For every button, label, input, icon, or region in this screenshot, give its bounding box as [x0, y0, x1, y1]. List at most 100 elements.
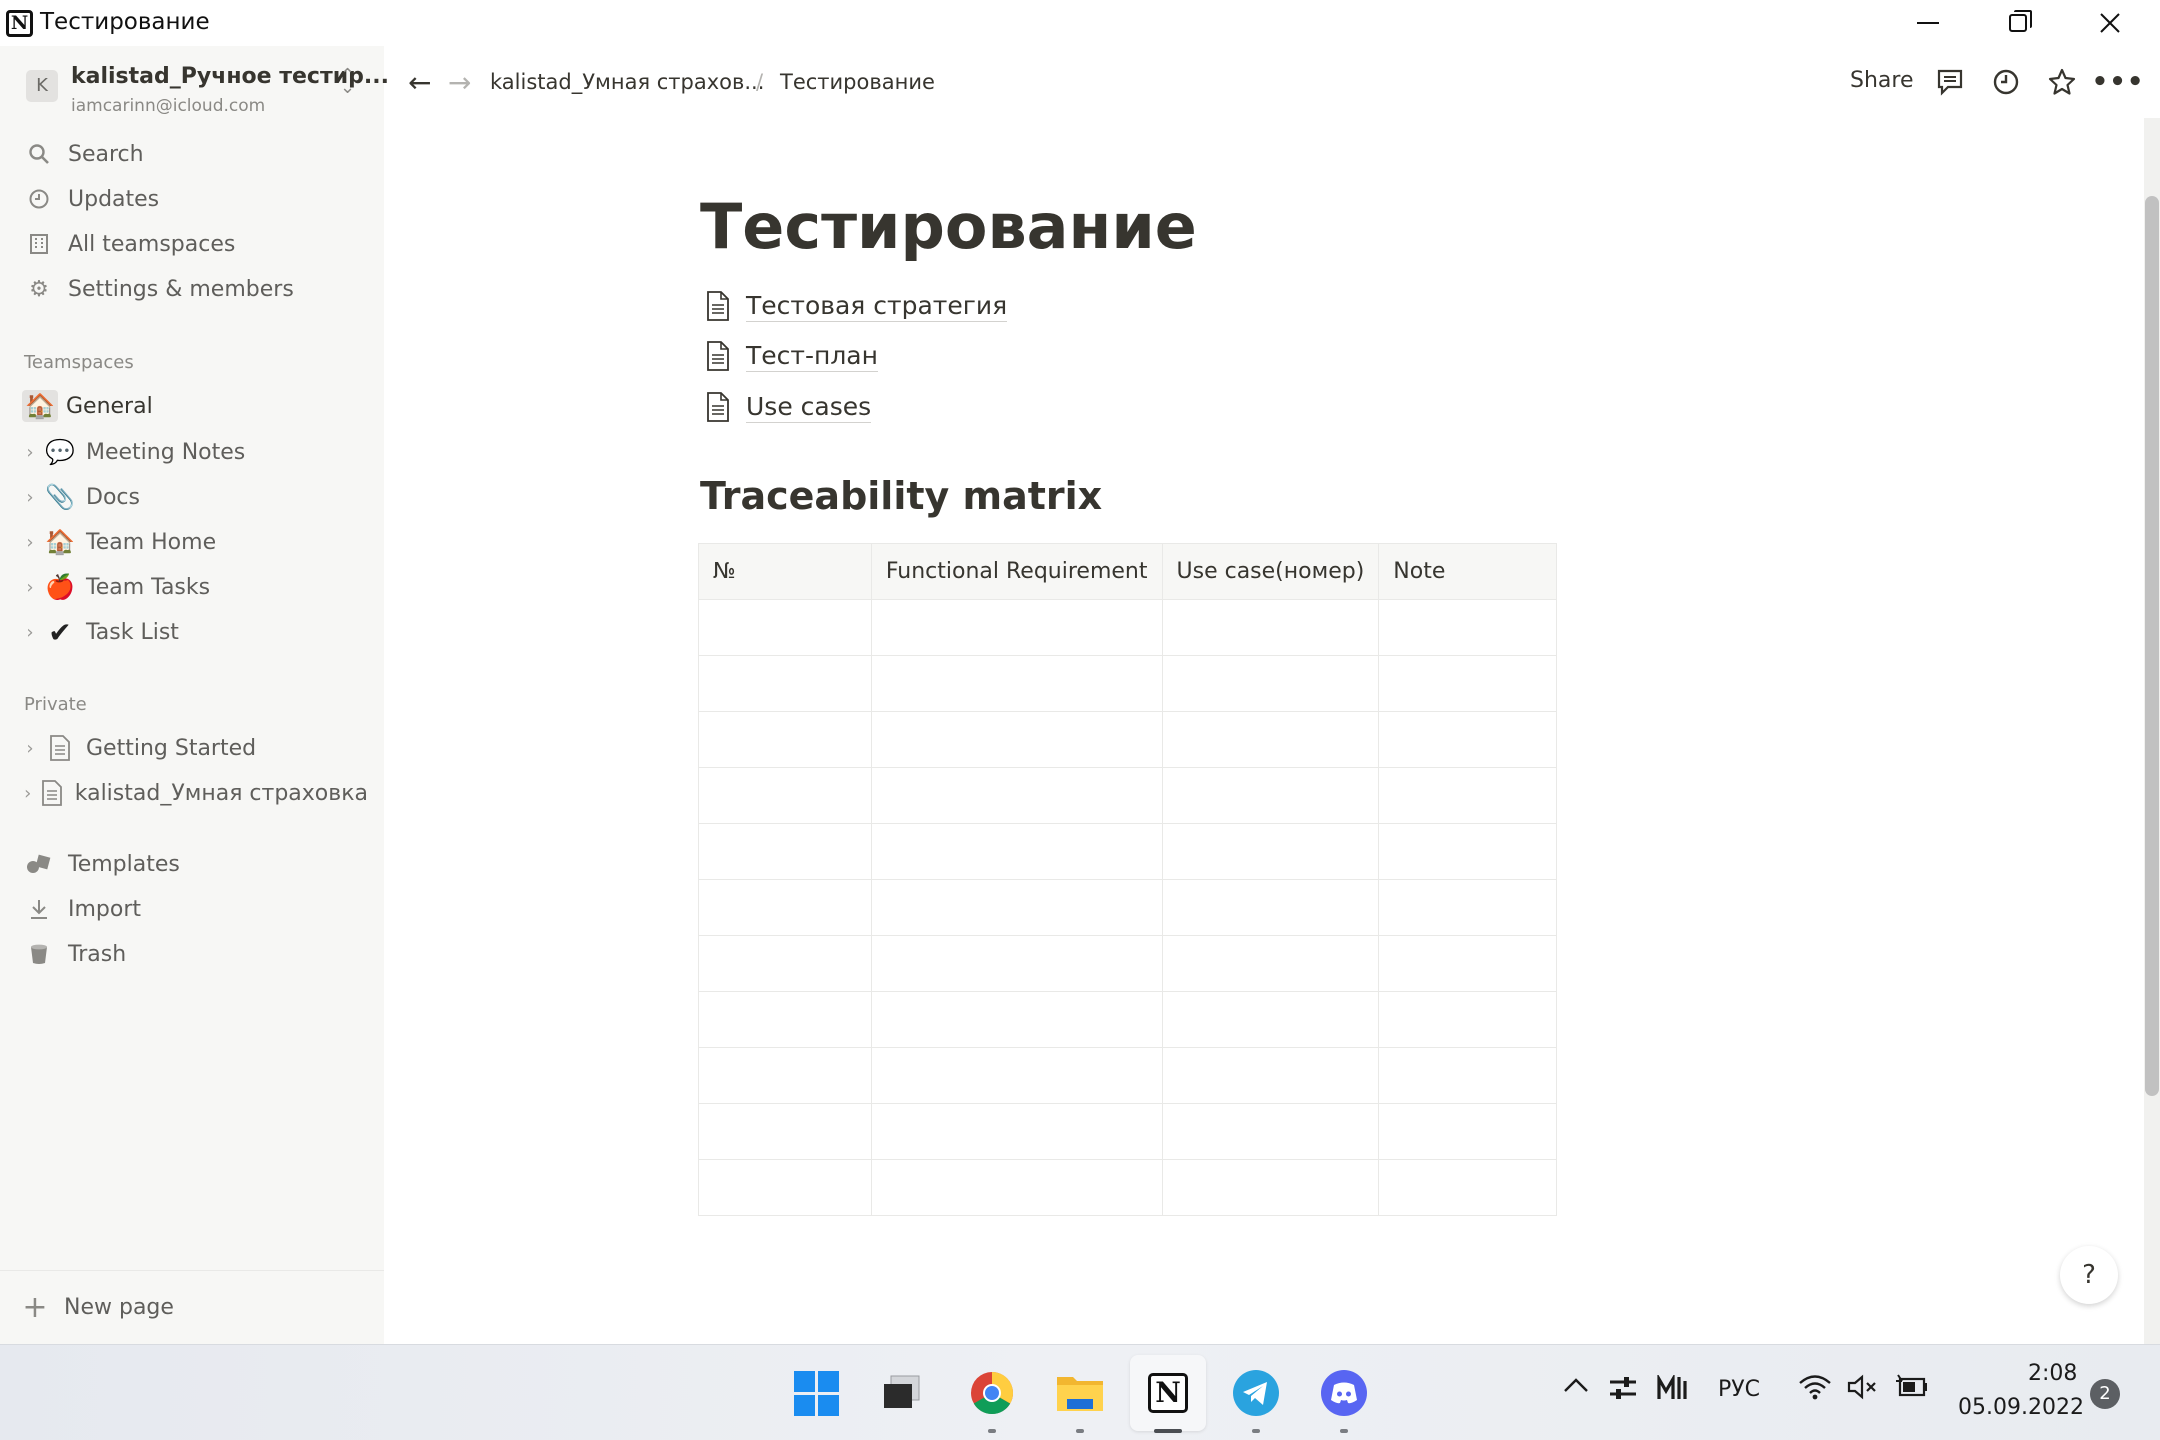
table-cell[interactable]	[870, 991, 1163, 1048]
column-header[interactable]: Note	[1378, 543, 1557, 600]
chevron-up-icon[interactable]	[1562, 1375, 1590, 1401]
close-button[interactable]	[2080, 0, 2140, 46]
table-cell[interactable]	[1378, 767, 1557, 824]
wifi-icon[interactable]	[1798, 1373, 1832, 1407]
taskbar-chrome[interactable]	[966, 1367, 1018, 1433]
nav-trash[interactable]: Trash	[18, 934, 368, 974]
nav-search[interactable]: Search	[18, 134, 368, 174]
sliders-icon[interactable]	[1608, 1375, 1638, 1407]
chevron-right-icon[interactable]: ›	[18, 622, 42, 643]
table-cell[interactable]	[870, 935, 1163, 992]
column-header[interactable]: Functional Requirement	[870, 543, 1163, 600]
table-cell[interactable]	[1378, 1103, 1557, 1160]
table-cell[interactable]	[1378, 1047, 1557, 1104]
table-cell[interactable]	[1378, 599, 1557, 656]
sidebar-item-docs[interactable]: › 📎 Docs	[18, 477, 368, 517]
table-cell[interactable]	[698, 767, 872, 824]
table-cell[interactable]	[1378, 823, 1557, 880]
start-button[interactable]	[790, 1367, 842, 1419]
breadcrumb-current[interactable]: Тестирование	[780, 70, 935, 94]
table-cell[interactable]	[1378, 879, 1557, 936]
taskbar-discord[interactable]	[1318, 1367, 1370, 1433]
page-title[interactable]: Тестирование	[700, 190, 1197, 263]
comment-icon[interactable]	[1932, 64, 1968, 100]
nav-updates[interactable]: Updates	[18, 179, 368, 219]
chevron-right-icon[interactable]: ›	[18, 783, 38, 804]
table-cell[interactable]	[1161, 879, 1380, 936]
table-cell[interactable]	[1161, 935, 1380, 992]
more-options-icon[interactable]: •••	[2092, 64, 2144, 100]
restore-button[interactable]	[1988, 0, 2048, 46]
sidebar-item-getting-started[interactable]: › Getting Started	[18, 728, 368, 768]
clock-date[interactable]: 05.09.2022	[1958, 1395, 2084, 1420]
breadcrumb-parent[interactable]: kalistad_Умная страхов...	[490, 70, 764, 94]
table-cell[interactable]	[698, 823, 872, 880]
table-cell[interactable]	[698, 1047, 872, 1104]
table-cell[interactable]	[698, 879, 872, 936]
minimize-button[interactable]	[1898, 0, 1958, 46]
table-cell[interactable]	[870, 1047, 1163, 1104]
share-button[interactable]: Share	[1850, 68, 1914, 93]
table-cell[interactable]	[698, 935, 872, 992]
column-header[interactable]: Use case(номер)	[1161, 543, 1380, 600]
workspace-switcher[interactable]: K kalistad_Ручное тестир... iamcarinn@ic…	[22, 64, 389, 120]
subpage-link[interactable]: Тест-план	[704, 336, 878, 376]
mail-app-icon[interactable]	[1656, 1373, 1688, 1407]
table-cell[interactable]	[1161, 767, 1380, 824]
table-cell[interactable]	[870, 767, 1163, 824]
battery-charging-icon[interactable]	[1894, 1373, 1930, 1407]
section-heading[interactable]: Traceability matrix	[700, 474, 1102, 518]
chevron-right-icon[interactable]: ›	[18, 487, 42, 508]
chevron-right-icon[interactable]: ›	[18, 532, 42, 553]
taskview-button[interactable]	[876, 1367, 928, 1419]
table-cell[interactable]	[1161, 655, 1380, 712]
teamspace-general[interactable]: 🏠 General	[18, 386, 368, 426]
sidebar-item-task-list[interactable]: › ✔ Task List	[18, 612, 368, 652]
star-icon[interactable]	[2044, 64, 2080, 100]
table-cell[interactable]	[1161, 991, 1380, 1048]
table-cell[interactable]	[870, 711, 1163, 768]
table-cell[interactable]	[1161, 599, 1380, 656]
table-cell[interactable]	[1161, 1159, 1380, 1216]
nav-all-teamspaces[interactable]: All teamspaces	[18, 224, 368, 264]
sidebar-item-meeting-notes[interactable]: › 💬 Meeting Notes	[18, 432, 368, 472]
table-cell[interactable]	[870, 655, 1163, 712]
sidebar-item-team-home[interactable]: › 🏠 Team Home	[18, 522, 368, 562]
nav-import[interactable]: Import	[18, 889, 368, 929]
language-indicator[interactable]: РУС	[1718, 1377, 1760, 1402]
clock-icon[interactable]	[1988, 64, 2024, 100]
nav-settings[interactable]: ⚙ Settings & members	[18, 269, 368, 309]
table-cell[interactable]	[1161, 823, 1380, 880]
taskbar-notion[interactable]: N	[1130, 1355, 1206, 1433]
table-cell[interactable]	[1378, 935, 1557, 992]
taskbar-telegram[interactable]	[1230, 1367, 1282, 1433]
sidebar-item-team-tasks[interactable]: › 🍎 Team Tasks	[18, 567, 368, 607]
table-cell[interactable]	[1378, 711, 1557, 768]
taskbar-explorer[interactable]	[1054, 1367, 1106, 1433]
sidebar-item-smart-insurance[interactable]: › kalistad_Умная страховка	[18, 773, 368, 813]
table-cell[interactable]	[698, 599, 872, 656]
table-cell[interactable]	[698, 1103, 872, 1160]
table-cell[interactable]	[1161, 1047, 1380, 1104]
notification-badge[interactable]: 2	[2090, 1379, 2120, 1409]
column-header[interactable]: №	[698, 543, 872, 600]
table-cell[interactable]	[870, 879, 1163, 936]
table-cell[interactable]	[870, 599, 1163, 656]
nav-templates[interactable]: Templates	[18, 844, 368, 884]
back-arrow-icon[interactable]: ←	[408, 66, 431, 99]
help-button[interactable]: ?	[2060, 1246, 2118, 1304]
table-cell[interactable]	[1161, 1103, 1380, 1160]
table-cell[interactable]	[698, 711, 872, 768]
new-page-button[interactable]: + New page	[0, 1270, 384, 1344]
table-cell[interactable]	[870, 1159, 1163, 1216]
table-cell[interactable]	[1378, 655, 1557, 712]
table-cell[interactable]	[1378, 1159, 1557, 1216]
forward-arrow-icon[interactable]: →	[448, 66, 471, 99]
table-cell[interactable]	[870, 823, 1163, 880]
table-cell[interactable]	[698, 655, 872, 712]
table-cell[interactable]	[1378, 991, 1557, 1048]
clock-time[interactable]: 2:08	[2028, 1361, 2077, 1386]
table-cell[interactable]	[698, 991, 872, 1048]
subpage-link[interactable]: Use cases	[704, 387, 872, 427]
subpage-link[interactable]: Тестовая стратегия	[704, 286, 1008, 326]
